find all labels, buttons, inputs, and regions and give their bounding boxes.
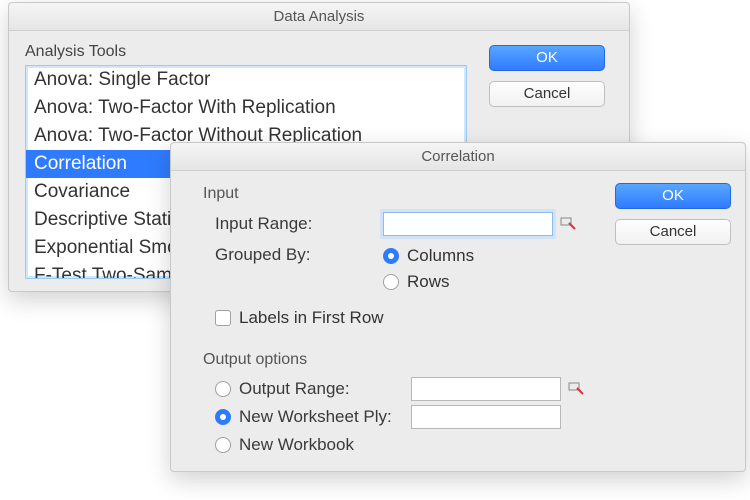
cancel-button[interactable]: Cancel bbox=[615, 219, 731, 245]
dialog-title: Data Analysis bbox=[9, 3, 629, 31]
output-range-field[interactable] bbox=[411, 377, 561, 401]
new-worksheet-label: New Worksheet Ply: bbox=[239, 407, 411, 427]
grouped-rows-label: Rows bbox=[407, 272, 450, 292]
new-worksheet-radio[interactable] bbox=[215, 409, 231, 425]
output-range-label: Output Range: bbox=[239, 379, 411, 399]
grouped-columns-label: Columns bbox=[407, 246, 474, 266]
input-range-label: Input Range: bbox=[215, 214, 383, 234]
range-picker-icon[interactable] bbox=[559, 215, 577, 233]
output-section-label: Output options bbox=[203, 351, 601, 369]
output-range-radio[interactable] bbox=[215, 381, 231, 397]
input-range-field[interactable] bbox=[383, 212, 553, 236]
labels-first-row-checkbox[interactable] bbox=[215, 310, 231, 326]
grouped-by-label: Grouped By: bbox=[215, 245, 383, 265]
grouped-rows-radio[interactable] bbox=[383, 274, 399, 290]
tools-label: Analysis Tools bbox=[25, 43, 467, 61]
tool-item[interactable]: Anova: Single Factor bbox=[26, 66, 466, 94]
range-picker-icon[interactable] bbox=[567, 380, 585, 398]
new-workbook-label: New Workbook bbox=[239, 435, 411, 455]
new-workbook-radio[interactable] bbox=[215, 437, 231, 453]
correlation-dialog: Correlation Input Input Range: Grouped B… bbox=[170, 142, 746, 472]
dialog-title: Correlation bbox=[171, 143, 745, 171]
input-section-label: Input bbox=[203, 185, 601, 203]
ok-button[interactable]: OK bbox=[615, 183, 731, 209]
grouped-columns-radio[interactable] bbox=[383, 248, 399, 264]
new-worksheet-field[interactable] bbox=[411, 405, 561, 429]
ok-button[interactable]: OK bbox=[489, 45, 605, 71]
cancel-button[interactable]: Cancel bbox=[489, 81, 605, 107]
labels-first-row-label: Labels in First Row bbox=[239, 308, 384, 328]
tool-item[interactable]: Anova: Two-Factor With Replication bbox=[26, 94, 466, 122]
